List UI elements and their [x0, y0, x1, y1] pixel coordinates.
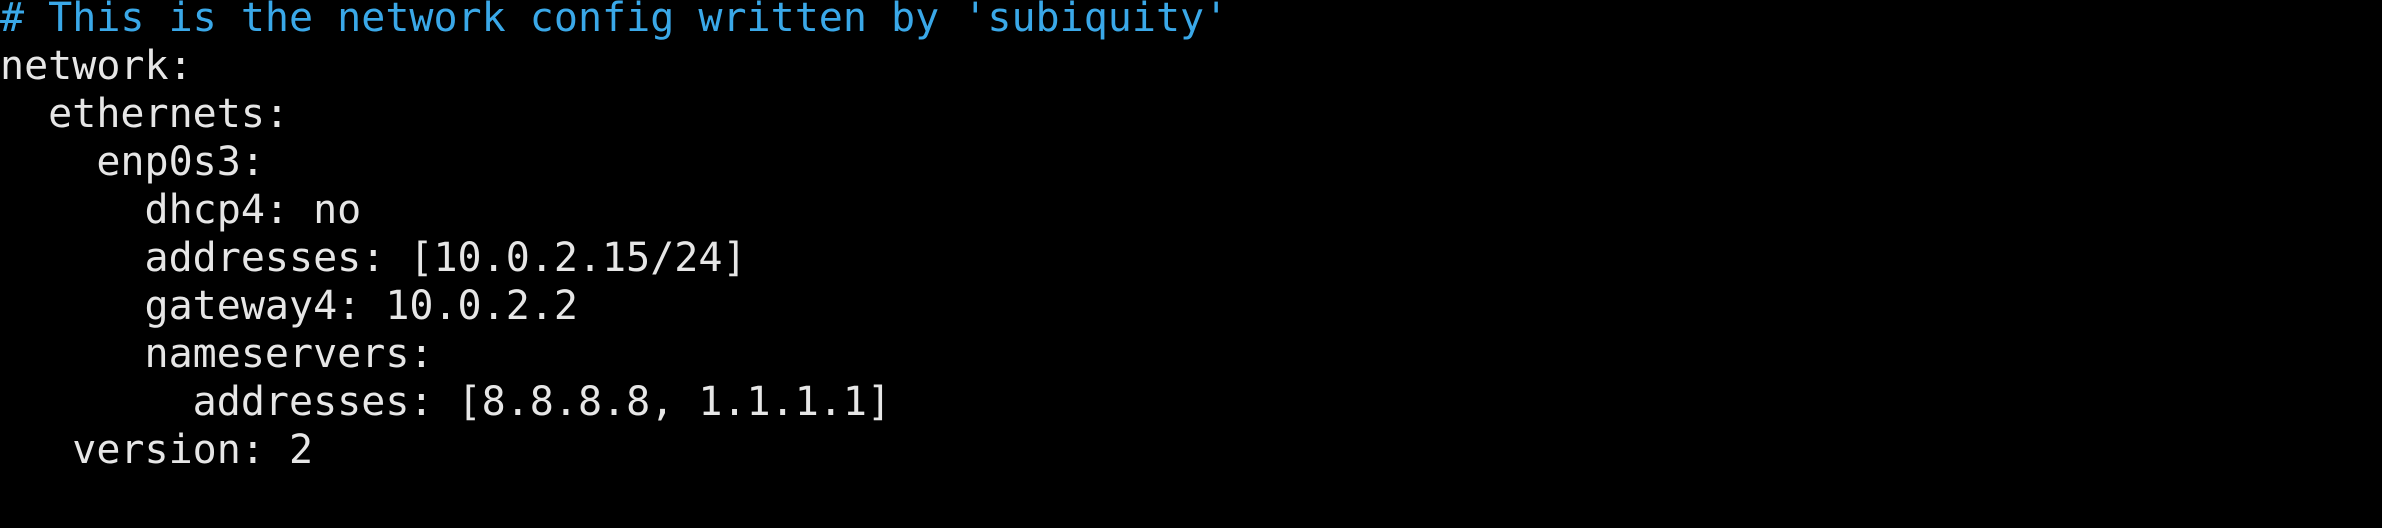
terminal-screen[interactable]: # This is the network config written by …: [0, 0, 2382, 496]
config-line-network: network:: [0, 43, 193, 89]
config-line-interface: enp0s3:: [0, 139, 265, 185]
config-line-addresses: addresses: [10.0.2.15/24]: [0, 235, 747, 281]
config-line-ethernets: ethernets:: [0, 91, 289, 137]
config-line-dhcp4: dhcp4: no: [0, 187, 362, 233]
config-line-version: version: 2: [0, 427, 314, 473]
config-line-nameserver-addresses: addresses: [8.8.8.8, 1.1.1.1]: [0, 379, 892, 425]
config-line-nameservers: nameservers:: [0, 331, 434, 377]
config-comment-line: # This is the network config written by …: [0, 0, 1229, 41]
config-line-gateway: gateway4: 10.0.2.2: [0, 283, 578, 329]
